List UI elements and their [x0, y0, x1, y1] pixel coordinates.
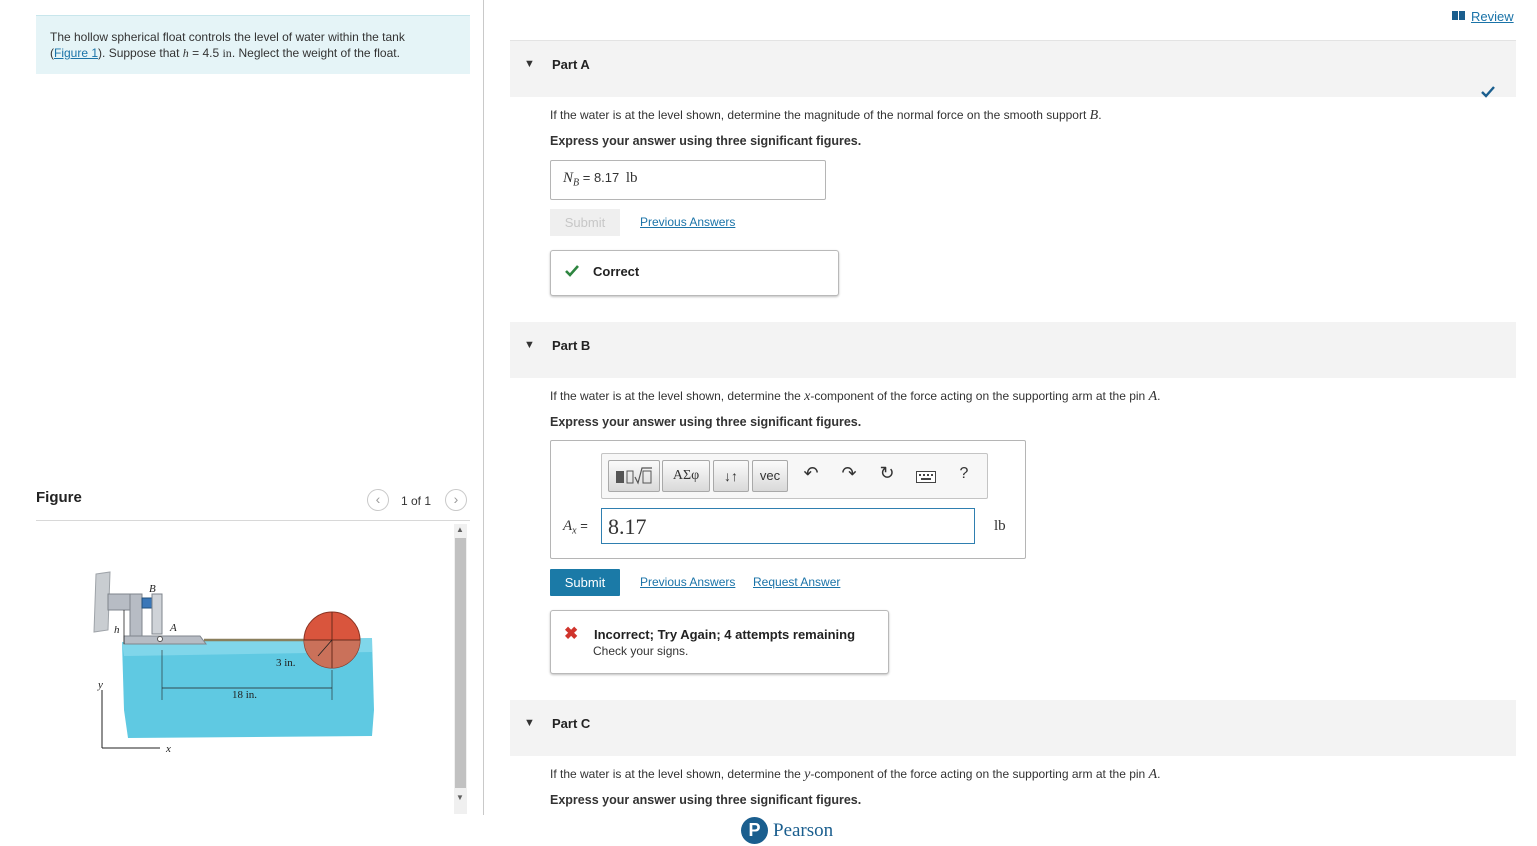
part-b-answer-unit: lb: [994, 518, 1006, 534]
part-a-question-var: B: [1089, 108, 1099, 123]
part-b-question-mid: -component of the force acting on the su…: [810, 389, 1149, 403]
part-c-question-var2: A: [1148, 767, 1158, 782]
pin-a: [157, 636, 163, 642]
part-b-label[interactable]: Part B: [552, 338, 590, 353]
part-a-question-end: .: [1098, 108, 1102, 122]
undo-icon[interactable]: ↶: [800, 463, 822, 484]
pearson-logo-icon: P: [741, 817, 768, 844]
part-b-submit-button[interactable]: Submit: [550, 569, 620, 596]
part-a-submit-button[interactable]: Submit: [550, 209, 620, 236]
part-b-feedback-box: [550, 610, 889, 674]
figure-link[interactable]: Figure 1: [54, 46, 98, 60]
part-b-feedback-detail: Check your signs.: [593, 644, 689, 658]
greek-button[interactable]: ΑΣφ: [662, 460, 710, 492]
part-a-previous-answers-link[interactable]: Previous Answers: [640, 215, 735, 229]
part-b-question-text: If the water is at the level shown, dete…: [550, 389, 805, 403]
part-a-question: If the water is at the level shown, dete…: [550, 108, 1102, 124]
part-a-question-text: If the water is at the level shown, dete…: [550, 108, 1090, 122]
part-a-answer-eq: =: [579, 170, 594, 185]
problem-text-1: The hollow spherical float controls the …: [50, 30, 405, 44]
redo-icon[interactable]: ↷: [838, 463, 860, 484]
vec-button[interactable]: vec: [752, 460, 788, 492]
supporting-arm: [123, 635, 207, 645]
templates-button[interactable]: [608, 460, 660, 492]
label-3in: 3 in.: [276, 657, 296, 669]
figure-counter: 1 of 1: [401, 494, 432, 508]
review-link[interactable]: Review: [1471, 9, 1514, 24]
part-c-instruction: Express your answer using three signific…: [550, 793, 862, 807]
part-b-request-answer-link[interactable]: Request Answer: [753, 575, 840, 589]
part-c-question: If the water is at the level shown, dete…: [550, 767, 1160, 783]
arrows-button[interactable]: ↓↑: [713, 460, 749, 492]
part-b-question: If the water is at the level shown, dete…: [550, 389, 1160, 405]
figure-prev-button[interactable]: ‹: [367, 489, 389, 511]
templates-icon: [616, 467, 652, 485]
figure-illustration: B A h 3 in. 18 in. y x: [93, 571, 374, 755]
label-h: h: [114, 624, 120, 636]
figure-title: Figure: [36, 489, 82, 506]
part-a-label[interactable]: Part A: [552, 57, 590, 72]
problem-text-2: ). Suppose that: [98, 46, 183, 60]
part-a-instruction: Express your answer using three signific…: [550, 134, 862, 148]
part-c-header[interactable]: [510, 700, 1516, 756]
chevron-right-icon: ›: [453, 491, 459, 507]
figure-divider: [36, 520, 470, 521]
collapse-triangle-icon[interactable]: ▼: [524, 717, 535, 729]
checkmark-icon: [1481, 86, 1495, 98]
scroll-up-icon[interactable]: ▲: [456, 525, 464, 534]
part-a-answer-var: N: [563, 170, 574, 186]
part-b-question-var2: A: [1148, 389, 1158, 404]
collapse-triangle-icon[interactable]: ▼: [524, 58, 535, 70]
reset-icon[interactable]: ↻: [876, 463, 898, 484]
incorrect-x-icon: ✖: [564, 624, 579, 643]
part-c-question-end: .: [1157, 767, 1161, 781]
part-a-feedback: Correct: [593, 264, 640, 279]
part-b-answer-eq: =: [576, 518, 588, 533]
h-unit: in: [222, 46, 232, 60]
label-18in: 18 in.: [232, 689, 257, 701]
part-b-previous-answers-link[interactable]: Previous Answers: [640, 575, 735, 589]
part-b-answer-label: Ax =: [563, 518, 588, 537]
support-b: [141, 597, 153, 609]
part-b-answer-var: A: [563, 518, 573, 534]
keyboard-icon[interactable]: [916, 471, 936, 483]
part-b-answer-input[interactable]: 8.17: [601, 508, 975, 544]
help-button[interactable]: ?: [953, 465, 975, 483]
problem-text-3: . Neglect the weight of the float.: [231, 46, 400, 60]
scroll-down-icon[interactable]: ▼: [456, 793, 464, 802]
correct-check-icon: [565, 265, 579, 277]
book-icon: [1452, 11, 1465, 20]
figure-scrollbar-thumb[interactable]: [455, 538, 466, 788]
label-y: y: [97, 679, 103, 691]
part-b-feedback: Incorrect; Try Again; 4 attempts remaini…: [594, 627, 856, 642]
part-a-answer: NB = 8.17 lb: [563, 170, 638, 189]
pane-divider: [483, 0, 484, 815]
chevron-left-icon: ‹: [375, 491, 381, 507]
part-b-header[interactable]: [510, 322, 1516, 378]
label-x: x: [165, 743, 171, 755]
arm-link: [151, 593, 163, 635]
part-b-instruction: Express your answer using three signific…: [550, 415, 862, 429]
part-c-question-mid: -component of the force acting on the su…: [810, 767, 1149, 781]
part-c-label[interactable]: Part C: [552, 716, 590, 731]
part-b-question-end: .: [1157, 389, 1161, 403]
part-c-question-text: If the water is at the level shown, dete…: [550, 767, 805, 781]
part-a-answer-value: 8.17: [593, 170, 620, 185]
part-a-answer-unit: lb: [625, 170, 638, 186]
h-value: = 4.5: [188, 46, 223, 60]
figure-next-button[interactable]: ›: [445, 489, 467, 511]
bracket-vertical: [129, 593, 143, 641]
collapse-triangle-icon[interactable]: ▼: [524, 339, 535, 351]
problem-statement: The hollow spherical float controls the …: [50, 30, 405, 60]
label-b: B: [149, 583, 156, 595]
label-a: A: [169, 622, 177, 634]
pearson-brand: Pearson: [773, 820, 834, 841]
part-a-header[interactable]: [510, 41, 1516, 97]
